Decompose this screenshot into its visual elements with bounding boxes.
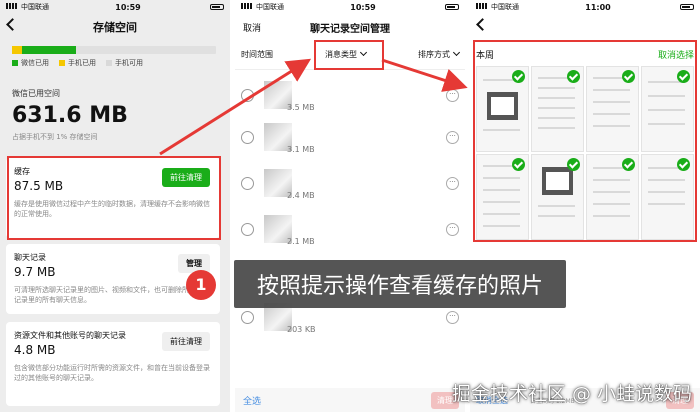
tutorial-composite: 中国联通 10:59 存储空间 微信已用 手机已用 手机可用 微信已用空间 63… [0,0,700,412]
instruction-caption: 按照提示操作查看缓存的照片 [234,260,566,308]
arrow-to-photos [381,58,468,92]
step-number-badge: 1 [186,270,216,300]
watermark: 掘金技术社区 @ 小蛙说数码 [451,383,692,405]
arrow-to-message-type [159,58,312,156]
guide-arrows [159,58,468,156]
